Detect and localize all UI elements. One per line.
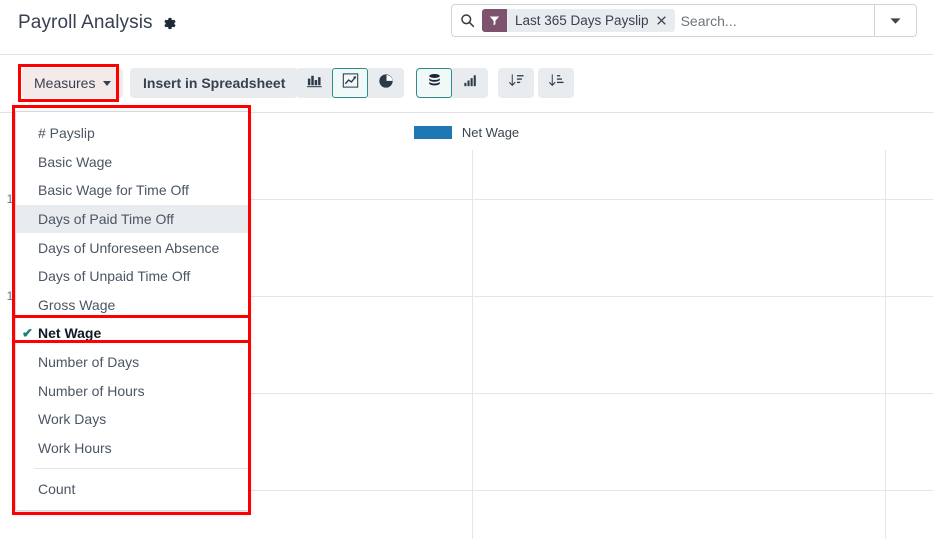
stacked-button[interactable]: [416, 68, 452, 98]
measure-item-label: Work Days: [38, 411, 106, 427]
sort-descending-icon: [508, 72, 525, 94]
measure-item-days-of-paid-time-off[interactable]: Days of Paid Time Off: [16, 205, 248, 234]
check-icon: ✔: [22, 327, 33, 340]
search-facet[interactable]: Last 365 Days Payslip: [482, 9, 675, 32]
measure-item-label: Days of Unpaid Time Off: [38, 268, 190, 284]
measure-item-basic-wage[interactable]: Basic Wage: [16, 148, 248, 177]
measure-item-label: Net Wage: [38, 325, 101, 341]
chart-gridline-vertical: [472, 150, 473, 539]
measure-item-count[interactable]: Count: [16, 475, 248, 504]
measure-item-basic-wage-for-time-off[interactable]: Basic Wage for Time Off: [16, 176, 248, 205]
stack-mode-button-group: [416, 68, 488, 98]
chart-gridline-vertical: [885, 150, 886, 539]
measure-item-label: Basic Wage: [38, 154, 112, 170]
measure-item-label: # Payslip: [38, 125, 95, 141]
filter-icon: [482, 9, 507, 32]
ascending-bars-button[interactable]: [452, 68, 488, 98]
measure-item-gross-wage[interactable]: Gross Wage: [16, 291, 248, 320]
breadcrumb: Payroll Analysis: [18, 8, 177, 38]
gear-icon[interactable]: [162, 16, 177, 31]
sort-ascending-button[interactable]: [538, 68, 574, 98]
chevron-down-icon: [103, 81, 111, 86]
top-navbar: Payroll Analysis: [0, 0, 933, 55]
sort-button-group: [498, 68, 574, 98]
bar-chart-button[interactable]: [296, 68, 332, 98]
insert-in-spreadsheet-label: Insert in Spreadsheet: [143, 75, 285, 91]
database-stack-icon: [426, 72, 443, 94]
search-input[interactable]: [681, 6, 874, 36]
close-icon[interactable]: [656, 15, 675, 26]
pie-chart-button[interactable]: [368, 68, 404, 98]
search-icon: [452, 13, 482, 28]
measure-item-label: Work Hours: [38, 440, 112, 456]
line-chart-icon: [342, 72, 359, 94]
measure-item-label: Days of Paid Time Off: [38, 211, 174, 227]
measure-item-label: Gross Wage: [38, 297, 115, 313]
measure-item-label: Basic Wage for Time Off: [38, 182, 189, 198]
line-chart-button[interactable]: [332, 68, 368, 98]
ascending-bars-icon: [462, 72, 479, 94]
measure-item-label: Days of Unforeseen Absence: [38, 240, 219, 256]
menu-divider: [34, 468, 248, 469]
sort-ascending-icon: [548, 72, 565, 94]
measure-item-label: Count: [38, 481, 75, 497]
measure-item-number-of-days[interactable]: Number of Days: [16, 348, 248, 377]
search-bar[interactable]: Last 365 Days Payslip: [451, 4, 917, 37]
payroll-analysis-window: Payroll Analysis: [0, 0, 933, 539]
sort-descending-button[interactable]: [498, 68, 534, 98]
pie-chart-icon: [378, 73, 394, 94]
search-facet-label: Last 365 Days Payslip: [507, 13, 656, 28]
measure-item-days-of-unforeseen-absence[interactable]: Days of Unforeseen Absence: [16, 233, 248, 262]
measure-item-net-wage[interactable]: ✔ Net Wage: [16, 319, 248, 348]
measure-item-work-days[interactable]: Work Days: [16, 405, 248, 434]
chevron-down-icon[interactable]: [874, 5, 916, 36]
insert-in-spreadsheet-button[interactable]: Insert in Spreadsheet: [130, 68, 298, 98]
measure-item-label: Number of Days: [38, 354, 139, 370]
measure-item-work-hours[interactable]: Work Hours: [16, 434, 248, 463]
page-title: Payroll Analysis: [18, 12, 153, 34]
measure-item-payslip[interactable]: # Payslip: [16, 119, 248, 148]
measures-dropdown-menu[interactable]: # Payslip Basic Wage Basic Wage for Time O…: [15, 111, 249, 511]
measure-item-days-of-unpaid-time-off[interactable]: Days of Unpaid Time Off: [16, 262, 248, 291]
chart-type-button-group: [296, 68, 404, 98]
measures-button[interactable]: Measures: [22, 68, 123, 98]
measure-item-number-of-hours[interactable]: Number of Hours: [16, 376, 248, 405]
measure-item-label: Number of Hours: [38, 383, 145, 399]
measures-button-label: Measures: [34, 75, 95, 91]
bar-chart-icon: [306, 72, 323, 94]
